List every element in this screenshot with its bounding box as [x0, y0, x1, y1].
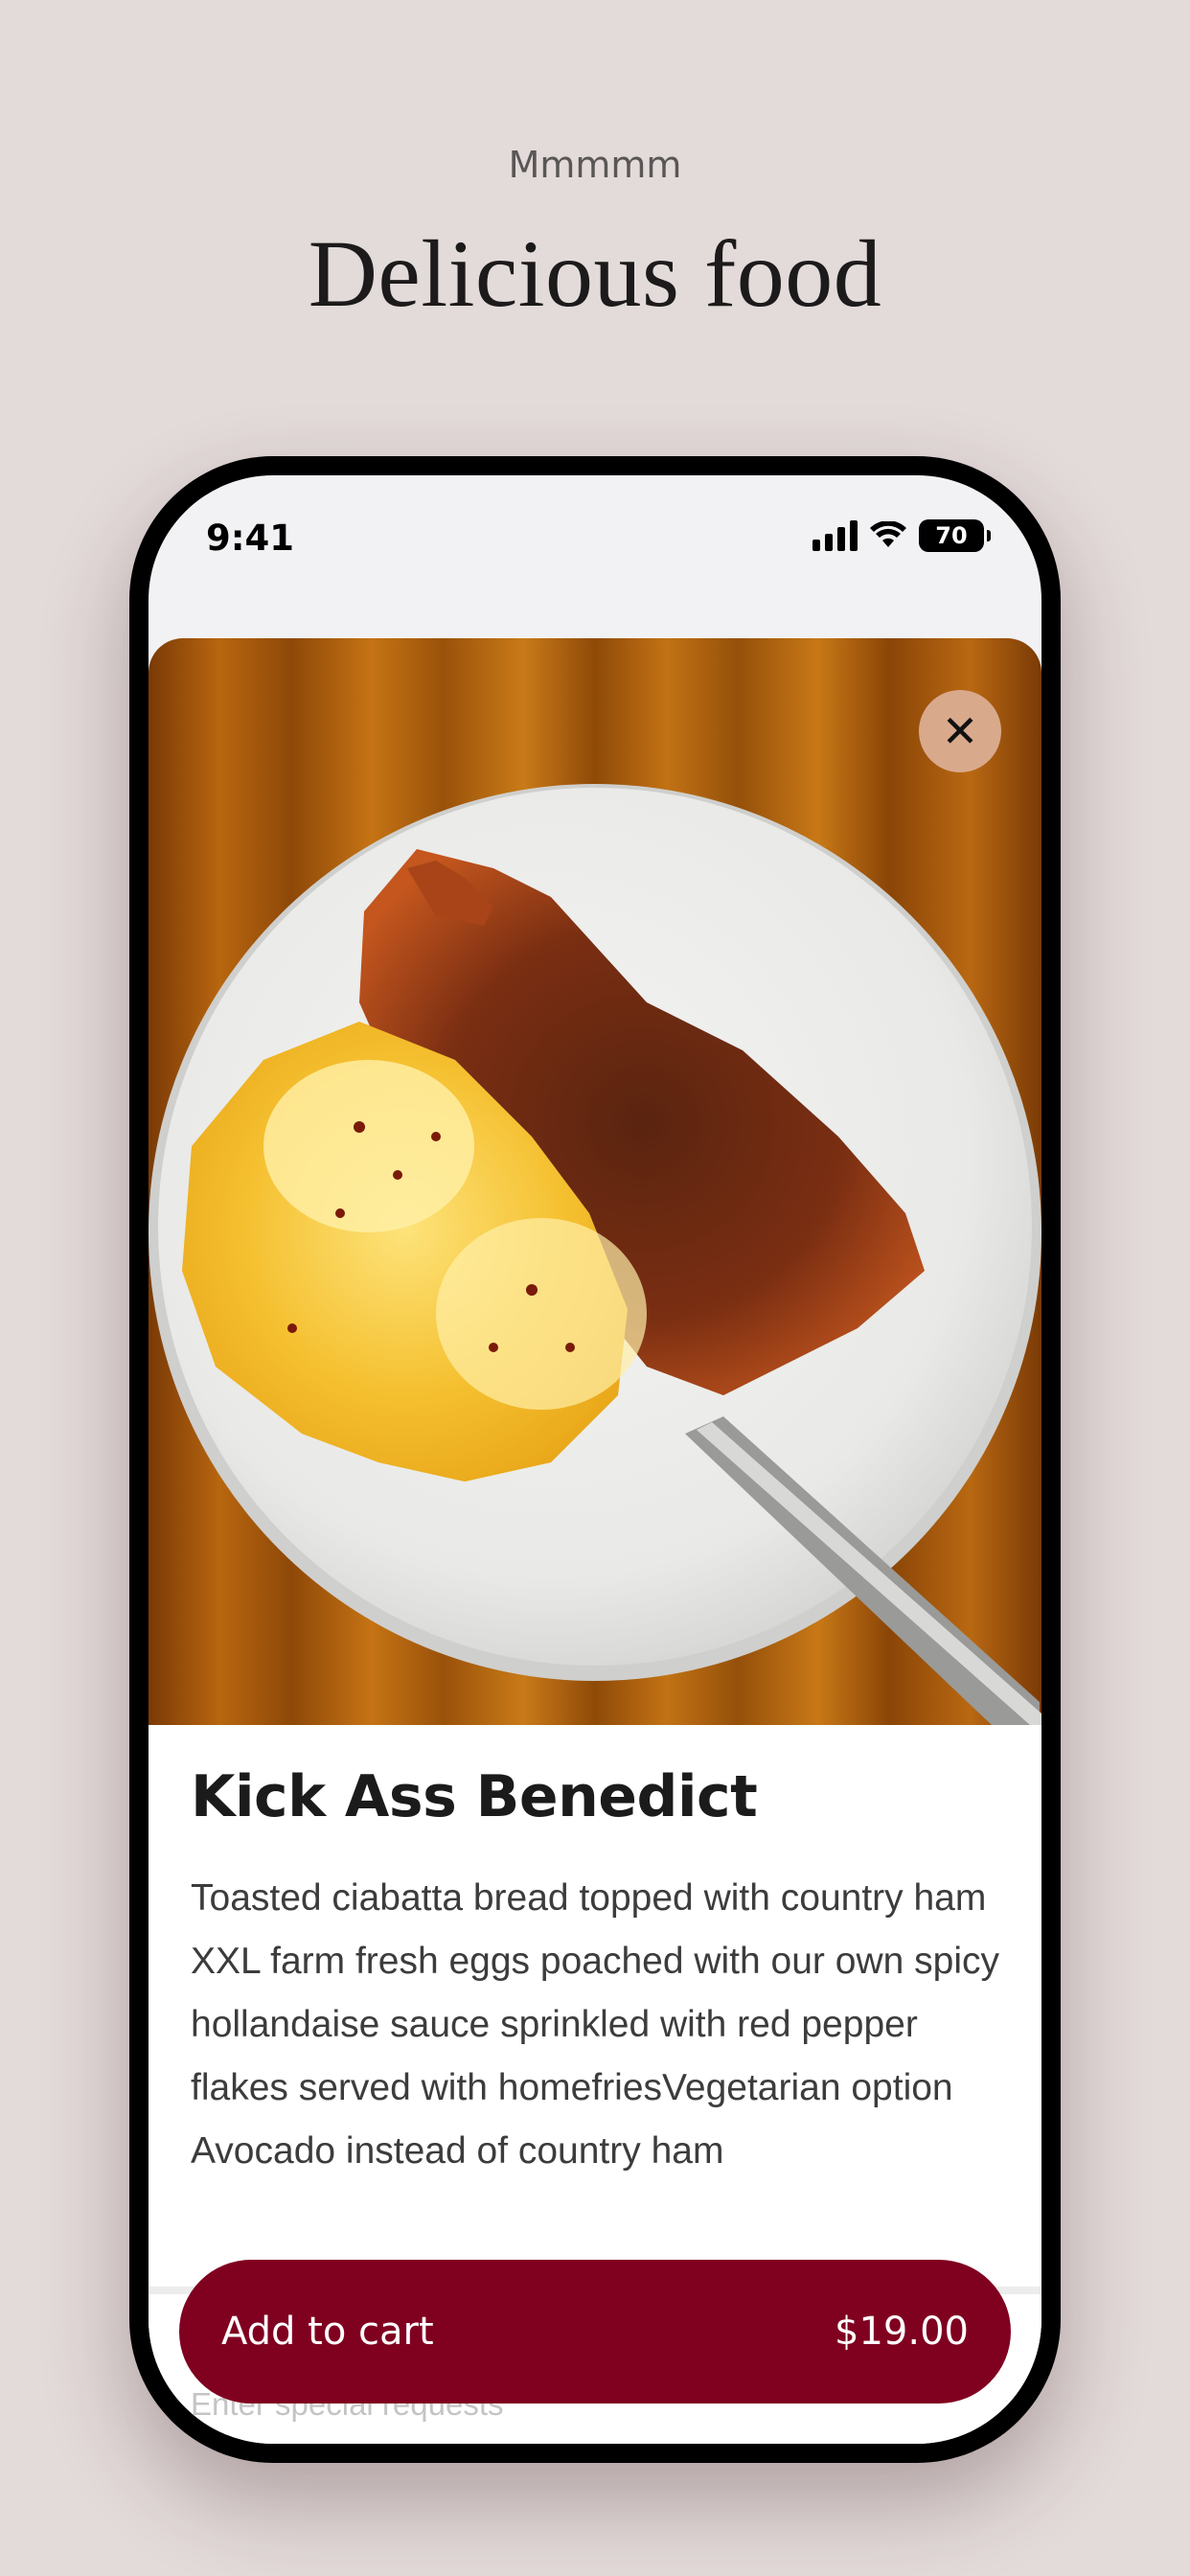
- close-icon: ✕: [941, 705, 979, 757]
- status-icons: 70: [812, 519, 991, 552]
- product-description: Toasted ciabatta bread topped with count…: [191, 1877, 999, 2172]
- product-name: Kick Ass Benedict: [191, 1763, 758, 1830]
- phone-screen: 9:41 70 ✕ Kick Ass Benedict Toasted ciab…: [149, 475, 1041, 2444]
- phone-frame: 9:41 70 ✕ Kick Ass Benedict Toasted ciab…: [129, 456, 1061, 2463]
- page-headline: Delicious food: [308, 220, 882, 327]
- cellular-signal-icon: [812, 520, 858, 551]
- product-image: [149, 638, 1041, 1725]
- close-button[interactable]: ✕: [919, 690, 1001, 772]
- product-sheet: ✕ Kick Ass Benedict Toasted ciabatta bre…: [149, 638, 1041, 2444]
- cart-price: $19.00: [835, 2310, 969, 2354]
- add-to-cart-button[interactable]: Add to cart $19.00: [179, 2260, 1011, 2404]
- page-eyebrow: Mmmmm: [508, 144, 682, 186]
- add-to-cart-label: Add to cart: [221, 2310, 434, 2354]
- battery-icon: 70: [919, 519, 991, 552]
- wifi-icon: [870, 521, 906, 547]
- status-time: 9:41: [206, 518, 295, 559]
